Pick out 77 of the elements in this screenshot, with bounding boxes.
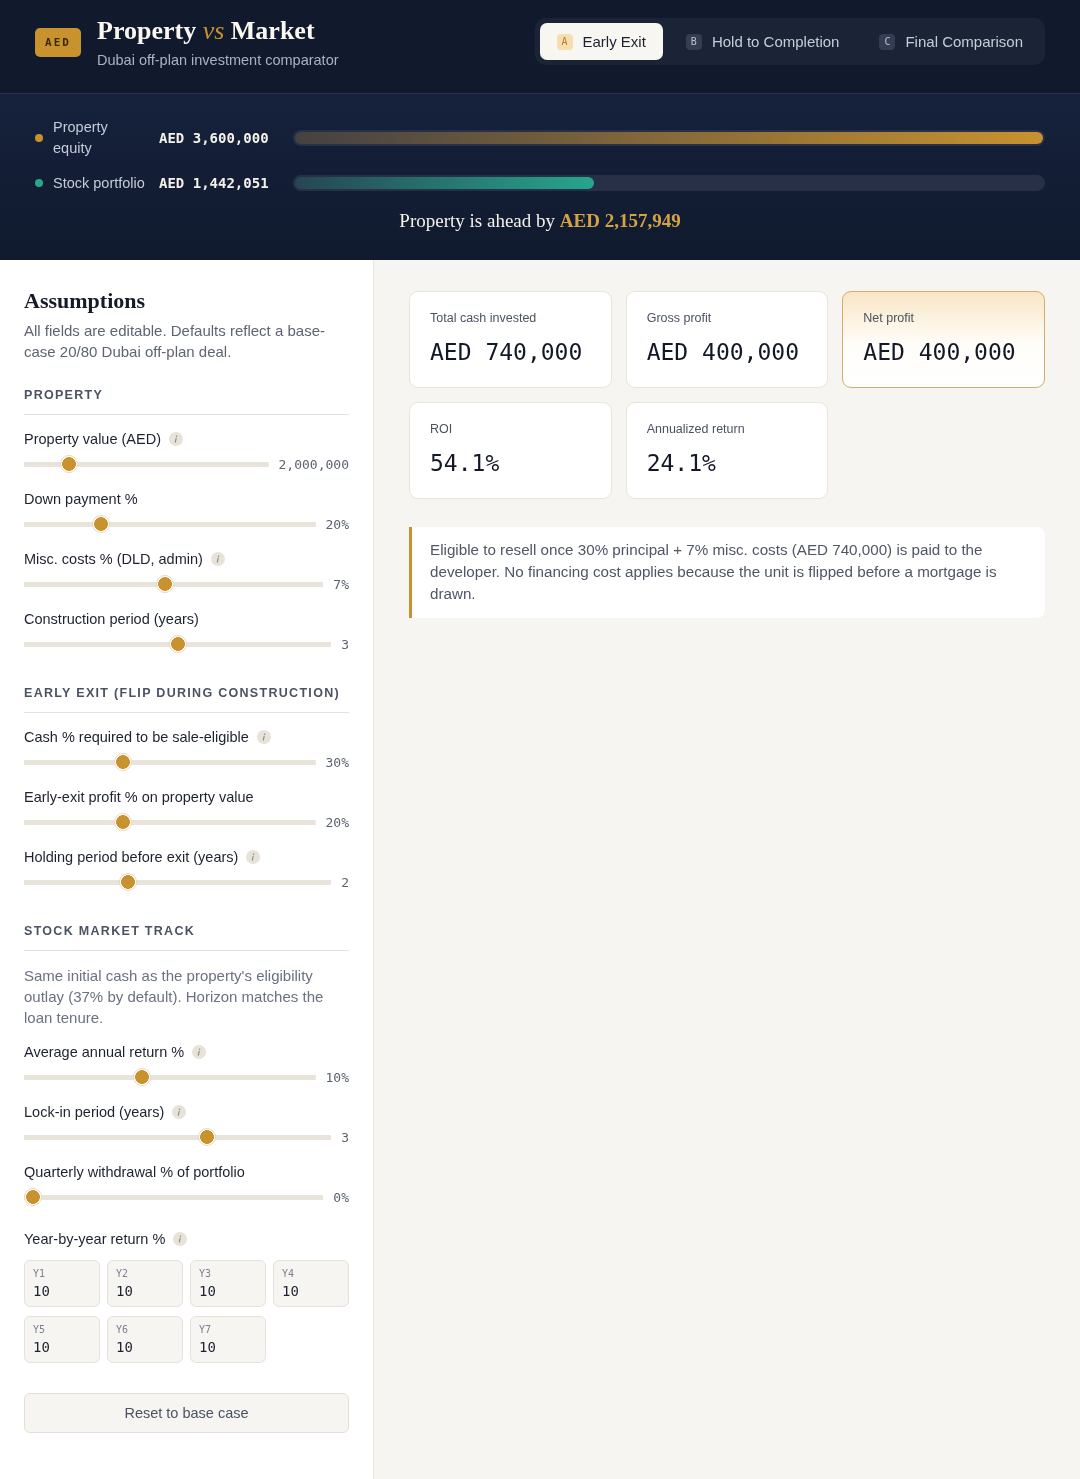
- slider-value: 2,000,000: [278, 456, 349, 472]
- section-heading: PROPERTY: [24, 387, 105, 403]
- tab[interactable]: C Final Comparison: [862, 23, 1040, 60]
- metric-value: AED 740,000: [430, 338, 584, 366]
- app-title: Property vs Market: [97, 16, 316, 46]
- info-icon[interactable]: [246, 850, 261, 864]
- field-label: Holding period before exit (years): [24, 848, 239, 866]
- info-icon[interactable]: [172, 1105, 187, 1119]
- field-label: Property value (AED): [24, 430, 161, 448]
- metric-value: AED 400,000: [863, 338, 1017, 366]
- year-return-field[interactable]: Y6 10: [107, 1316, 183, 1363]
- year-return-field[interactable]: Y7 10: [190, 1316, 266, 1363]
- series-label: Stock portfolio: [53, 173, 146, 193]
- year-return-field[interactable]: Y1 10: [24, 1260, 100, 1307]
- slider-value: 3: [341, 636, 349, 652]
- panel-title: Assumptions: [24, 288, 147, 314]
- slider-thumb[interactable]: [114, 813, 133, 831]
- slider-thumb[interactable]: [92, 515, 111, 533]
- slider-thumb[interactable]: [60, 455, 79, 473]
- year-return-field[interactable]: Y4 10: [273, 1260, 349, 1307]
- key-badge: C: [879, 33, 896, 50]
- reset-button[interactable]: Reset to base case: [24, 1393, 349, 1433]
- info-icon[interactable]: [192, 1045, 207, 1059]
- series-value: AED 1,442,051: [159, 174, 270, 193]
- metric-value: 24.1%: [646, 449, 717, 477]
- slider-thumb[interactable]: [156, 575, 175, 593]
- slider-value: 2: [341, 874, 349, 890]
- slider-thumb[interactable]: [133, 1068, 152, 1086]
- currency-badge: AED: [35, 28, 81, 57]
- metric-value: 54.1%: [430, 449, 501, 477]
- field-label: Early-exit profit % on property value: [24, 788, 254, 806]
- metric-label: Total cash invested: [430, 310, 538, 326]
- slider-value: 30%: [325, 754, 349, 770]
- metric-label: Gross profit: [646, 310, 713, 326]
- info-icon[interactable]: [256, 730, 271, 744]
- section-heading: EARLY EXIT (FLIP DURING CONSTRUCTION): [24, 685, 341, 701]
- metric-label: ROI: [430, 421, 454, 437]
- slider-thumb[interactable]: [197, 1128, 216, 1146]
- slider-value: 7%: [333, 576, 349, 592]
- verdict-text: Property is ahead by AED 2,157,949: [398, 210, 682, 232]
- metric-label: Net profit: [863, 310, 916, 326]
- metric-value: AED 400,000: [646, 338, 800, 366]
- key-badge: A: [556, 33, 573, 50]
- field-label: Misc. costs % (DLD, admin): [24, 550, 203, 568]
- year-return-field[interactable]: Y2 10: [107, 1260, 183, 1307]
- field-label: Quarterly withdrawal % of portfolio: [24, 1163, 245, 1181]
- series-value: AED 3,600,000: [159, 129, 270, 148]
- panel-description: All fields are editable. Defaults reflect a base-case 20/80 Dubai off-plan deal.: [24, 321, 326, 362]
- note-text: Eligible to resell once 30% principal + 7% misc. costs (AED 740,000) is paid to the developer. No financing cost applies because the unit is flipped before a mortgage is drawn.: [430, 540, 998, 604]
- year-return-field[interactable]: Y3 10: [190, 1260, 266, 1307]
- info-icon[interactable]: [210, 552, 225, 566]
- key-badge: B: [685, 33, 702, 50]
- metric-label: Annualized return: [646, 421, 746, 437]
- slider-value: 3: [341, 1129, 349, 1145]
- slider-value: 0%: [333, 1189, 349, 1205]
- slider-thumb[interactable]: [168, 635, 187, 653]
- app-subtitle: Dubai off-plan investment comparator: [97, 51, 339, 69]
- field-label: Down payment %: [24, 490, 138, 508]
- slider-thumb[interactable]: [24, 1188, 42, 1206]
- section-heading: STOCK MARKET TRACK: [24, 923, 197, 939]
- slider-thumb[interactable]: [119, 873, 138, 891]
- info-icon[interactable]: [169, 432, 183, 446]
- tab[interactable]: B Hold to Completion: [668, 23, 857, 60]
- year-return-field[interactable]: Y5 10: [24, 1316, 100, 1363]
- field-label: Cash % required to be sale-eligible: [24, 728, 249, 746]
- info-icon[interactable]: [173, 1232, 188, 1246]
- slider-thumb[interactable]: [114, 753, 133, 771]
- field-label: Year-by-year return %: [24, 1230, 166, 1248]
- section-note: Same initial cash as the property's eligibility outlay (37% by default). Horizon matches the loan tenure.: [24, 966, 325, 1028]
- field-label: Average annual return %: [24, 1043, 185, 1061]
- field-label: Construction period (years): [24, 610, 199, 628]
- series-label: Property equity: [53, 118, 109, 158]
- tab[interactable]: A Early Exit: [539, 23, 663, 60]
- slider-value: 10%: [325, 1069, 349, 1085]
- slider-value: 20%: [325, 814, 349, 830]
- slider-value: 20%: [325, 516, 349, 532]
- field-label: Lock-in period (years): [24, 1103, 165, 1121]
